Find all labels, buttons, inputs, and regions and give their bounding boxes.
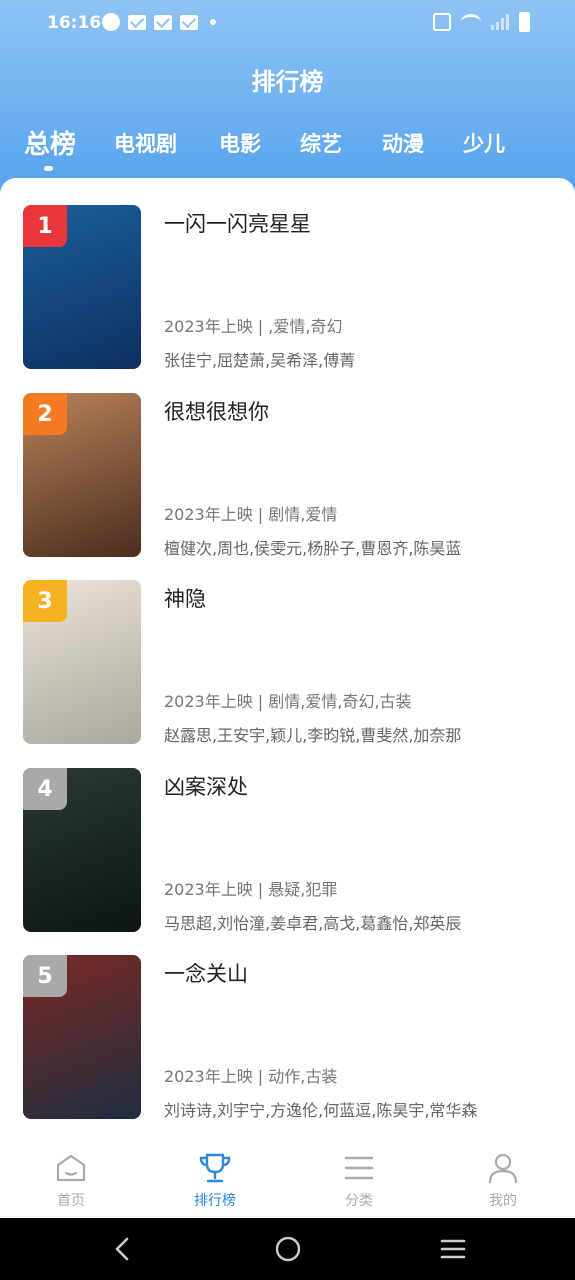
system-status-icons (433, 12, 530, 32)
back-icon[interactable] (112, 1236, 132, 1266)
nav-label: 分类 (345, 1193, 373, 1209)
tab-anime[interactable]: 动漫 (382, 128, 424, 158)
rank-badge: 1 (23, 205, 67, 247)
list-item[interactable]: 5 一念关山 2023年上映 | 动作,古装 刘诗诗,刘宇宁,方逸伦,何蓝逗,陈… (0, 955, 575, 1125)
nav-category[interactable]: 分类 (304, 1150, 414, 1210)
item-title[interactable]: 一闪一闪亮星星 (164, 208, 311, 238)
status-time: 16:16 (47, 13, 102, 33)
vibrate-icon (433, 13, 451, 31)
ranking-list: 1 一闪一闪亮星星 2023年上映 | ,爱情,奇幻 张佳宁,屈楚萧,吴希泽,傅… (0, 178, 575, 1140)
item-cast: 赵露思,王安宇,颖儿,李昀锐,曹斐然,加奈那 (164, 726, 462, 745)
active-tab-indicator (44, 166, 53, 171)
tab-movie[interactable]: 电影 (219, 128, 261, 158)
nav-profile[interactable]: 我的 (448, 1150, 558, 1210)
rank-badge: 5 (23, 955, 67, 997)
item-meta: 2023年上映 | 悬疑,犯罪 (164, 880, 338, 899)
item-title[interactable]: 神隐 (164, 583, 206, 613)
system-nav-bar (0, 1218, 575, 1280)
tab-overall[interactable]: 总榜 (24, 124, 76, 161)
poster-image[interactable]: 5 (23, 955, 141, 1119)
list-item[interactable]: 3 神隐 2023年上映 | 剧情,爱情,奇幻,古装 赵露思,王安宇,颖儿,李昀… (0, 580, 575, 750)
category-tabs: 总榜 电视剧 电影 综艺 动漫 少儿 (0, 120, 575, 180)
rank-badge: 2 (23, 393, 67, 435)
nav-label: 排行榜 (194, 1193, 236, 1209)
nav-home[interactable]: 首页 (16, 1150, 126, 1210)
recents-icon[interactable] (440, 1236, 466, 1266)
wifi-icon (461, 14, 481, 30)
item-meta: 2023年上映 | 动作,古装 (164, 1067, 338, 1086)
signal-icon (491, 14, 509, 30)
home-button-icon[interactable] (275, 1236, 301, 1266)
battery-icon (519, 12, 530, 32)
mail-icon (154, 14, 172, 30)
item-meta: 2023年上映 | 剧情,爱情,奇幻,古装 (164, 692, 412, 711)
item-title[interactable]: 一念关山 (164, 958, 248, 988)
item-cast: 马思超,刘怡潼,姜卓君,高戈,葛鑫怡,郑英辰 (164, 914, 462, 933)
poster-image[interactable]: 1 (23, 205, 141, 369)
status-bar: 16:16 (0, 0, 575, 48)
item-cast: 张佳宁,屈楚萧,吴希泽,傅菁 (164, 351, 356, 370)
list-item[interactable]: 4 凶案深处 2023年上映 | 悬疑,犯罪 马思超,刘怡潼,姜卓君,高戈,葛鑫… (0, 768, 575, 938)
item-cast: 刘诗诗,刘宇宁,方逸伦,何蓝逗,陈昊宇,常华森 (164, 1101, 478, 1120)
tab-kids[interactable]: 少儿 (463, 128, 505, 158)
item-title[interactable]: 很想很想你 (164, 396, 269, 426)
item-title[interactable]: 凶案深处 (164, 771, 248, 801)
user-icon (448, 1150, 558, 1186)
item-cast: 檀健次,周也,侯雯元,杨肸子,曹恩齐,陈昊蓝 (164, 539, 462, 558)
notification-icons (102, 13, 216, 31)
nav-label: 我的 (489, 1193, 517, 1209)
item-meta: 2023年上映 | ,爱情,奇幻 (164, 317, 343, 336)
list-item[interactable]: 2 很想很想你 2023年上映 | 剧情,爱情 檀健次,周也,侯雯元,杨肸子,曹… (0, 393, 575, 563)
poster-image[interactable]: 3 (23, 580, 141, 744)
tab-tv-series[interactable]: 电视剧 (114, 128, 177, 158)
home-icon (16, 1150, 126, 1186)
nav-ranking[interactable]: 排行榜 (160, 1150, 270, 1210)
nav-label: 首页 (57, 1193, 85, 1209)
page-title: 排行榜 (251, 68, 324, 96)
more-notifications-icon (210, 19, 216, 25)
mail-icon (180, 14, 198, 30)
tab-variety[interactable]: 综艺 (300, 128, 342, 158)
rank-badge: 3 (23, 580, 67, 622)
poster-image[interactable]: 2 (23, 393, 141, 557)
list-item[interactable]: 1 一闪一闪亮星星 2023年上映 | ,爱情,奇幻 张佳宁,屈楚萧,吴希泽,傅… (0, 205, 575, 375)
item-meta: 2023年上映 | 剧情,爱情 (164, 505, 338, 524)
bottom-nav: 首页 排行榜 分类 我的 (0, 1140, 575, 1218)
mail-icon (128, 14, 146, 30)
trophy-icon (160, 1150, 270, 1186)
app-notification-icon (102, 13, 120, 31)
rank-badge: 4 (23, 768, 67, 810)
menu-icon (304, 1150, 414, 1186)
poster-image[interactable]: 4 (23, 768, 141, 932)
